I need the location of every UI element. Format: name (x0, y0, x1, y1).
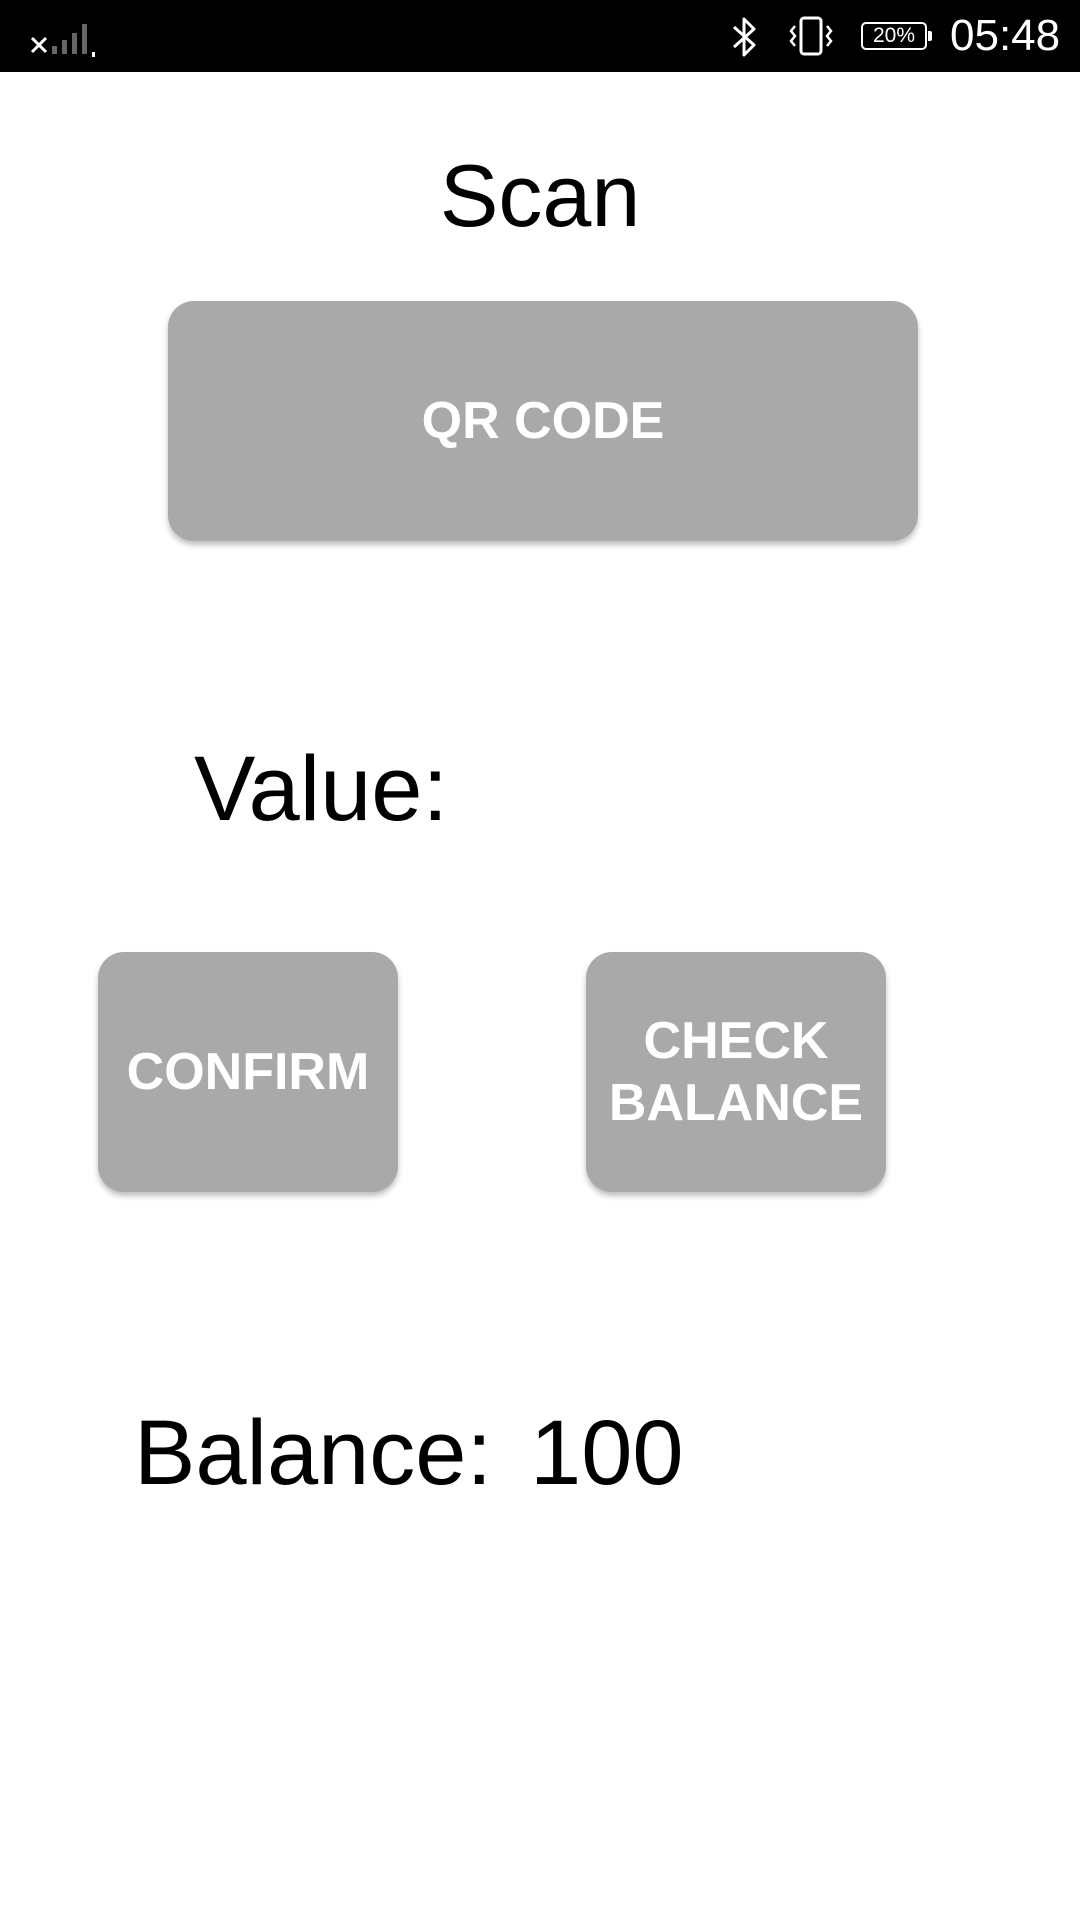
confirm-button[interactable]: CONFIRM (98, 952, 398, 1192)
check-balance-button-label: CHECK BALANCE (608, 1012, 864, 1132)
value-label: Value: (194, 738, 449, 840)
qr-code-button-label: QR CODE (421, 392, 665, 450)
battery-percent: 20% (872, 24, 916, 47)
check-balance-button[interactable]: CHECK BALANCE (586, 952, 886, 1192)
status-clock: 05:48 (950, 11, 1061, 60)
app-screen: 20% 05:48 Scan QR CODE Value: CONFIRM CH… (0, 0, 1080, 1920)
vibrate-icon (789, 16, 833, 56)
qr-code-button[interactable]: QR CODE (168, 301, 918, 541)
balance-row: Balance: 100 (134, 1400, 684, 1506)
battery-icon: 20% (861, 22, 932, 50)
bluetooth-icon (732, 17, 756, 57)
page-title: Scan (439, 146, 641, 245)
no-sim-signal-icon (30, 24, 95, 57)
balance-value: 100 (530, 1402, 684, 1504)
confirm-button-label: CONFIRM (126, 1043, 370, 1101)
status-bar: 20% 05:48 (0, 0, 1080, 72)
balance-label: Balance: (134, 1402, 493, 1504)
